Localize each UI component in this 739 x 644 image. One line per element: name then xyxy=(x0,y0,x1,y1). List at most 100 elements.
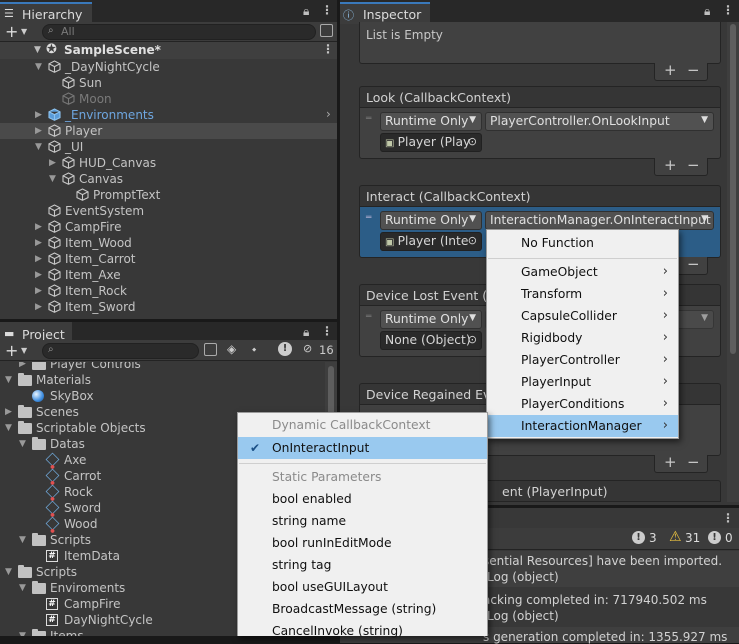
add-icon[interactable]: + xyxy=(664,61,677,79)
hierarchy-item[interactable]: ▼ Canvas xyxy=(0,171,337,187)
collapse-arrow-icon[interactable]: ▶ xyxy=(35,126,45,136)
menu-item-method[interactable]: bool useGUILayout xyxy=(238,576,487,598)
kebab-menu-icon[interactable]: ⋮ xyxy=(321,3,333,17)
search-input[interactable]: ⌕ All xyxy=(42,24,316,40)
collapse-arrow-icon[interactable]: ▶ xyxy=(35,270,45,280)
project-search-input[interactable]: ⌕ xyxy=(42,343,199,359)
add-icon[interactable]: + xyxy=(5,22,18,41)
hierarchy-item[interactable]: ▶ HUD_Canvas xyxy=(0,155,337,171)
hierarchy-item[interactable]: ▶ Item_Rock xyxy=(0,283,337,299)
hierarchy-item[interactable]: ▼ _DayNightCycle xyxy=(0,59,337,75)
look-function-dropdown[interactable]: PlayerController.OnLookInput ▼ xyxy=(485,112,714,131)
menu-item-component[interactable]: PlayerConditions › xyxy=(487,393,678,415)
collapse-arrow-icon[interactable]: ▶ xyxy=(35,110,45,120)
remove-icon[interactable]: − xyxy=(687,255,700,273)
remove-icon[interactable]: − xyxy=(687,61,700,79)
error-icon[interactable]: ! xyxy=(708,531,721,544)
lock-icon[interactable]: 🔒︎ xyxy=(303,325,309,340)
object-picker-icon[interactable]: ⊙ xyxy=(468,135,477,148)
info-icon[interactable]: ! xyxy=(632,531,645,544)
interact-runtime-dropdown[interactable]: Runtime Only ▼ xyxy=(380,211,482,230)
collapse-arrow-icon[interactable]: ▶ xyxy=(35,302,45,312)
chevron-right-icon[interactable]: › xyxy=(326,107,331,121)
remove-icon[interactable]: − xyxy=(687,156,700,174)
hierarchy-item[interactable]: ▶ _Environments › xyxy=(0,107,337,123)
expand-arrow-icon[interactable]: ▼ xyxy=(49,174,59,184)
look-runtime-dropdown[interactable]: Runtime Only ▼ xyxy=(380,112,482,131)
hierarchy-item[interactable]: ▶ Item_Wood xyxy=(0,235,337,251)
interact-function-dropdown[interactable]: InteractionManager.OnInteractInput ▼ xyxy=(485,211,714,230)
project-item[interactable]: SkyBox xyxy=(0,388,337,404)
menu-item-method[interactable]: string name xyxy=(238,510,487,532)
filter-by-type-icon[interactable]: ◈ xyxy=(227,342,236,356)
scene-row[interactable]: ▼ ✪ SampleScene* ⋮ xyxy=(0,42,337,59)
kebab-menu-icon[interactable]: ⋮ xyxy=(722,511,734,525)
collapse-arrow-icon[interactable]: ▶ xyxy=(35,222,45,232)
collapse-arrow-icon[interactable]: ▶ xyxy=(49,158,59,168)
hierarchy-item[interactable]: ▶ Item_Sword xyxy=(0,299,337,315)
scene-menu-icon[interactable]: ⋮ xyxy=(322,42,334,56)
menu-item-component[interactable]: GameObject › xyxy=(487,261,678,283)
tab-inspector[interactable]: ⓘ Inspector xyxy=(340,2,430,24)
expand-arrow-icon[interactable]: ▼ xyxy=(19,439,29,449)
info-icon[interactable]: ! xyxy=(278,342,292,356)
menu-item-method[interactable]: BroadcastMessage (string) xyxy=(238,598,487,620)
add-icon[interactable]: + xyxy=(5,341,18,360)
collapse-arrow-icon[interactable]: ▶ xyxy=(5,407,15,417)
hierarchy-item[interactable]: ▶ CampFire xyxy=(0,219,337,235)
hierarchy-item[interactable]: ▶ Player xyxy=(0,123,337,139)
hierarchy-item[interactable]: PromptText xyxy=(0,187,337,203)
drag-handle-icon[interactable]: ═ xyxy=(366,114,371,124)
kebab-menu-icon[interactable]: ⋮ xyxy=(321,324,333,338)
lock-icon[interactable]: 🔒︎ xyxy=(704,4,710,19)
kebab-menu-icon[interactable]: ⋮ xyxy=(722,3,734,17)
hierarchy-item[interactable]: Moon xyxy=(0,91,337,107)
project-item[interactable]: ▶ Player Controls xyxy=(0,362,337,372)
add-icon[interactable]: + xyxy=(664,453,677,471)
expand-arrow-icon[interactable]: ▼ xyxy=(19,631,29,636)
look-object-field[interactable]: ▣ Player (Play ⊙ xyxy=(380,133,482,152)
interact-object-field[interactable]: ▣ Player (Inte ⊙ xyxy=(380,232,482,251)
remove-icon[interactable]: − xyxy=(687,453,700,471)
object-picker-icon[interactable]: ⊙ xyxy=(468,333,477,346)
tab-hierarchy[interactable]: ☰ Hierarchy xyxy=(0,2,92,24)
menu-item-component[interactable]: No Function xyxy=(487,232,678,254)
expand-arrow-icon[interactable]: ▼ xyxy=(5,375,15,385)
menu-item-method[interactable]: bool runInEditMode xyxy=(238,532,487,554)
hierarchy-item[interactable]: Sun xyxy=(0,75,337,91)
chevron-down-icon[interactable]: ▼ xyxy=(21,27,27,36)
search-by-type-icon[interactable] xyxy=(320,24,333,37)
collapse-arrow-icon[interactable]: ▶ xyxy=(35,286,45,296)
hierarchy-item[interactable]: ▶ Item_Carrot xyxy=(0,251,337,267)
expand-arrow-icon[interactable]: ▼ xyxy=(19,535,29,545)
search-by-type-icon[interactable] xyxy=(204,343,217,356)
expand-arrow-icon[interactable]: ▼ xyxy=(35,142,45,152)
expand-arrow-icon[interactable]: ▼ xyxy=(35,62,45,72)
scrollbar-thumb[interactable] xyxy=(730,24,736,354)
collapse-arrow-icon[interactable]: ▶ xyxy=(35,254,45,264)
add-icon[interactable]: + xyxy=(664,156,677,174)
expand-arrow-icon[interactable]: ▼ xyxy=(5,567,15,577)
menu-item-component[interactable]: PlayerInput › xyxy=(487,371,678,393)
chevron-down-icon[interactable]: ▼ xyxy=(21,346,27,355)
hierarchy-item[interactable]: ▶ Item_Axe xyxy=(0,267,337,283)
hidden-eye-icon[interactable]: ⊘ xyxy=(303,342,312,355)
project-item[interactable]: ▼ Materials xyxy=(0,372,337,388)
menu-item-component[interactable]: PlayerController › xyxy=(487,349,678,371)
lock-icon[interactable]: 🔒︎ xyxy=(303,4,309,19)
hierarchy-item[interactable]: EventSystem xyxy=(0,203,337,219)
menu-item-method[interactable]: CancelInvoke (string) xyxy=(238,620,487,642)
menu-item-component[interactable]: InteractionManager › xyxy=(487,415,678,437)
expand-arrow-icon[interactable]: ▼ xyxy=(19,583,29,593)
expand-arrow-icon[interactable]: ▼ xyxy=(5,423,15,433)
collapse-arrow-icon[interactable]: ▶ xyxy=(19,362,29,369)
hierarchy-item[interactable]: ▼ _UI xyxy=(0,139,337,155)
drag-handle-icon[interactable]: ═ xyxy=(366,312,371,322)
inspector-scrollbar[interactable] xyxy=(727,22,739,502)
warning-icon[interactable]: ⚠ xyxy=(669,529,682,545)
lost-runtime-dropdown[interactable]: Runtime Only ▼ xyxy=(380,310,482,329)
drag-handle-icon[interactable]: ═ xyxy=(366,213,371,223)
object-picker-icon[interactable]: ⊙ xyxy=(468,234,477,247)
menu-item-method[interactable]: string tag xyxy=(238,554,487,576)
menu-item-on-interact-input[interactable]: ✔ OnInteractInput xyxy=(238,437,487,459)
